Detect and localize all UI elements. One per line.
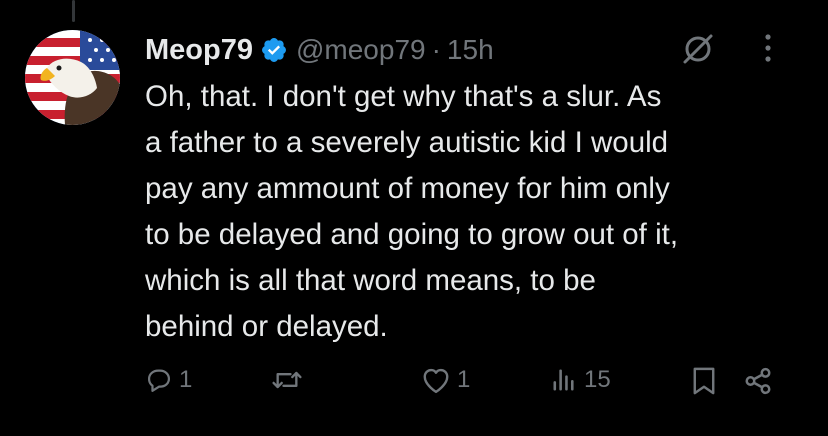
reply-icon (145, 366, 173, 394)
bookmark-icon (691, 366, 717, 396)
timestamp[interactable]: 15h (447, 34, 494, 66)
share-button[interactable] (743, 366, 773, 396)
like-icon (421, 366, 451, 394)
like-button[interactable]: 1 (421, 366, 470, 394)
tweet-text: Oh, that. I don't get why that's a slur.… (145, 80, 679, 343)
views-icon (550, 366, 578, 394)
like-count: 1 (457, 366, 471, 393)
display-name[interactable]: Meop79 (145, 34, 253, 67)
repost-button[interactable] (271, 366, 309, 394)
verified-badge-icon[interactable] (260, 36, 288, 64)
grok-icon[interactable] (680, 31, 716, 72)
thread-connector-line (72, 0, 75, 22)
tweet-actions-bar: 1 1 15 (145, 366, 805, 406)
separator-dot: · (431, 34, 441, 65)
repost-icon (271, 366, 303, 394)
tweet-header: Meop79 @meop79 · 15h (145, 30, 808, 70)
views-button[interactable]: 15 (550, 366, 611, 394)
reply-button[interactable]: 1 (145, 366, 192, 394)
avatar[interactable] (25, 30, 120, 125)
handle[interactable]: @meop79 (296, 34, 426, 66)
bookmark-button[interactable] (691, 366, 717, 396)
avatar-eagle-flag-image (25, 30, 120, 125)
views-count: 15 (584, 366, 611, 393)
share-icon (743, 366, 773, 396)
reply-count: 1 (179, 366, 193, 393)
more-icon[interactable] (764, 33, 772, 68)
